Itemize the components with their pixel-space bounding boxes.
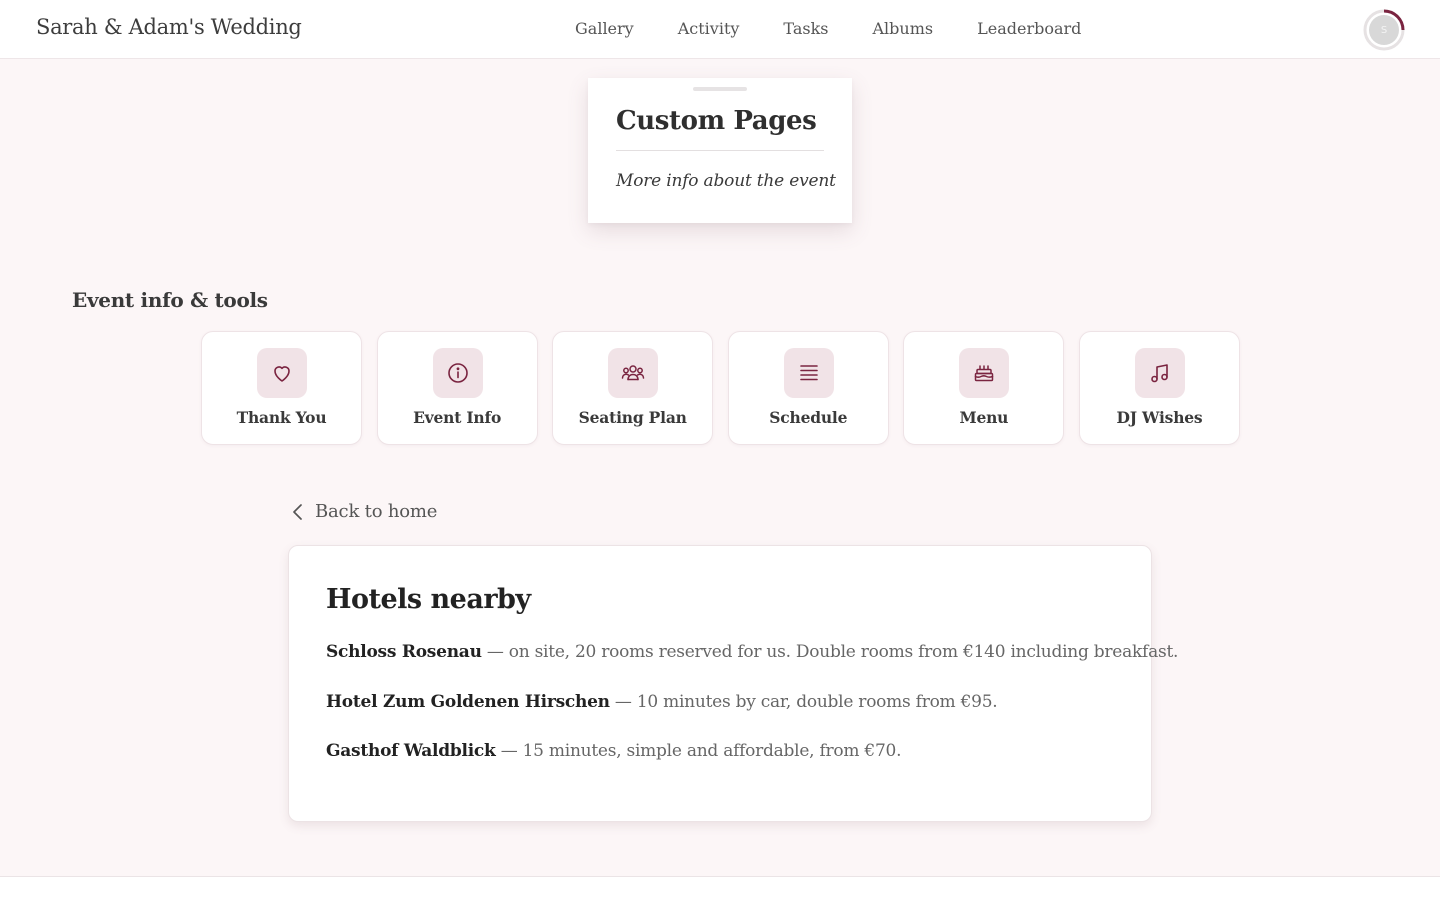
hotel-name: Hotel Zum Goldenen Hirschen xyxy=(326,692,610,712)
tool-label: Event Info xyxy=(413,408,502,427)
tool-menu[interactable]: Menu xyxy=(903,331,1065,445)
tool-event-info[interactable]: Event Info xyxy=(376,331,538,445)
tool-dj-wishes[interactable]: DJ Wishes xyxy=(1078,331,1240,445)
site-title[interactable]: Sarah & Adam's Wedding xyxy=(36,15,302,39)
user-avatar-button[interactable]: S xyxy=(1362,8,1406,52)
hotel-item: Hotel Zum Goldenen Hirschen — 10 minutes… xyxy=(326,692,998,712)
tool-label: DJ Wishes xyxy=(1116,408,1203,427)
footer xyxy=(0,876,1440,900)
people-icon xyxy=(608,348,659,398)
music-note-icon xyxy=(1134,348,1185,398)
custom-pages-title: Custom Pages xyxy=(616,106,817,136)
content-title: Hotels nearby xyxy=(326,584,531,615)
section-title: Event info & tools xyxy=(72,288,268,312)
hotel-item: Schloss Rosenau — on site, 20 rooms rese… xyxy=(326,642,1178,662)
nav-tasks[interactable]: Tasks xyxy=(783,19,828,38)
drag-handle[interactable] xyxy=(693,87,747,91)
back-to-home-link[interactable]: Back to home xyxy=(291,501,437,522)
hotel-name: Gasthof Waldblick xyxy=(326,741,496,761)
info-icon xyxy=(432,348,483,398)
list-icon xyxy=(783,348,834,398)
divider xyxy=(616,150,824,151)
hotel-details: — on site, 20 rooms reserved for us. Dou… xyxy=(481,642,1179,662)
hotel-name: Schloss Rosenau xyxy=(326,642,482,662)
back-link-label: Back to home xyxy=(315,501,438,522)
tool-seating-plan[interactable]: Seating Plan xyxy=(552,331,714,445)
hotel-item: Gasthof Waldblick — 15 minutes, simple a… xyxy=(326,741,902,761)
nav-gallery[interactable]: Gallery xyxy=(575,19,634,38)
heart-icon xyxy=(257,348,307,398)
tool-label: Seating Plan xyxy=(578,408,687,427)
tool-thank-you[interactable]: Thank You xyxy=(201,331,362,445)
cake-icon xyxy=(959,348,1010,398)
nav-albums[interactable]: Albums xyxy=(873,19,934,38)
custom-pages-subtitle: More info about the event xyxy=(616,171,836,191)
tool-schedule[interactable]: Schedule xyxy=(727,331,889,445)
content-card: Hotels nearby Schloss Rosenau — on site,… xyxy=(288,545,1178,822)
hotel-details: — 15 minutes, simple and affordable, fro… xyxy=(495,741,902,761)
avatar: S xyxy=(1369,15,1399,45)
tools-grid: Thank You Event Info Seating Plan Schedu… xyxy=(201,331,1255,445)
nav-leaderboard[interactable]: Leaderboard xyxy=(977,19,1081,38)
main-nav: Gallery Activity Tasks Albums Leaderboar… xyxy=(575,19,1125,38)
tool-label: Menu xyxy=(959,408,1009,427)
custom-pages-card: Custom Pages More info about the event xyxy=(588,78,852,223)
chevron-left-icon xyxy=(293,503,302,520)
top-bar: Sarah & Adam's Wedding Gallery Activity … xyxy=(0,0,1440,59)
hotel-details: — 10 minutes by car, double rooms from €… xyxy=(609,692,998,712)
tool-label: Thank You xyxy=(236,408,327,427)
nav-activity[interactable]: Activity xyxy=(678,19,740,38)
tool-label: Schedule xyxy=(769,408,848,427)
